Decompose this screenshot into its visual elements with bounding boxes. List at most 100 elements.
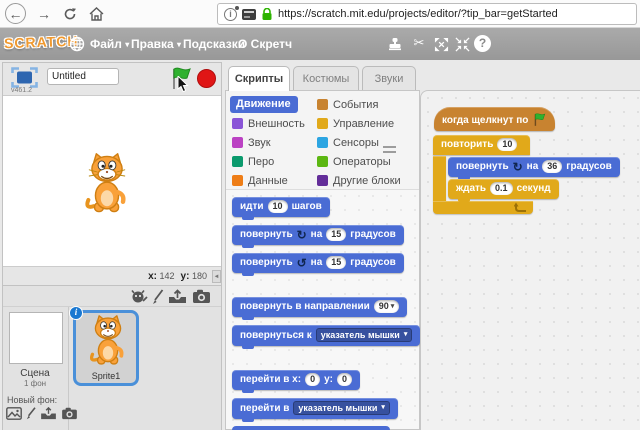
lock-icon bbox=[261, 8, 273, 21]
category-motion[interactable]: Движение bbox=[230, 96, 298, 113]
stop-icon[interactable] bbox=[197, 69, 216, 88]
stage-canvas[interactable] bbox=[3, 95, 221, 267]
repeat-block-bottom[interactable] bbox=[433, 201, 533, 214]
block-turn-cw-36[interactable]: повернуть↻на36градусов bbox=[448, 157, 620, 177]
mouse-cursor-icon bbox=[177, 76, 190, 93]
grow-sprite-icon[interactable] bbox=[432, 35, 450, 53]
fullscreen-icon[interactable] bbox=[11, 67, 38, 88]
coord-x-label: x: bbox=[148, 271, 157, 282]
category-operators[interactable]: Операторы bbox=[317, 154, 391, 169]
block-point-in-direction[interactable]: повернуть в направлении90▾ bbox=[232, 297, 407, 317]
wait-seconds-input[interactable]: 0.1 bbox=[490, 182, 513, 195]
palette-resize-grip[interactable] bbox=[383, 146, 396, 153]
scripts-area[interactable]: когда щелкнут по повторить10 повернуть↻н… bbox=[420, 90, 640, 430]
block-palette: Движение Внешность Звук Перо Данные Собы… bbox=[225, 90, 420, 430]
repeat-block-arm[interactable] bbox=[433, 156, 446, 201]
category-more-blocks[interactable]: Другие блоки bbox=[317, 173, 401, 188]
block-point-towards[interactable]: повернуться куказатель мышки▾ bbox=[232, 325, 420, 346]
x-input[interactable]: 0 bbox=[305, 373, 320, 386]
direction-input[interactable]: 90▾ bbox=[374, 300, 400, 313]
menu-file[interactable]: Файл ▾ bbox=[90, 37, 129, 51]
stage-cat-sprite[interactable] bbox=[83, 152, 131, 216]
sprite-thumbnail-sprite1[interactable]: i bbox=[73, 310, 139, 386]
forward-icon[interactable]: → bbox=[34, 4, 54, 24]
category-data[interactable]: Данные bbox=[232, 173, 288, 188]
block-goto[interactable]: перейти вуказатель мышки▾ bbox=[232, 398, 398, 419]
upload-backdrop-icon[interactable] bbox=[40, 407, 57, 420]
block-move-steps[interactable]: идти10шагов bbox=[232, 197, 330, 217]
extension-icon[interactable] bbox=[242, 9, 256, 20]
block-turn-ccw[interactable]: повернуть↺на15градусов bbox=[232, 253, 404, 273]
operators-swatch bbox=[317, 156, 328, 167]
coord-x-value: 142 bbox=[160, 271, 175, 281]
backdrop-library-icon[interactable] bbox=[6, 407, 22, 420]
tab-costumes[interactable]: Костюмы bbox=[293, 66, 359, 91]
degrees-input[interactable]: 36 bbox=[542, 160, 562, 173]
category-selector: Движение Внешность Звук Перо Данные Собы… bbox=[226, 91, 419, 190]
category-events[interactable]: События bbox=[317, 97, 378, 112]
chevron-down-icon: ▾ bbox=[391, 300, 395, 313]
help-icon[interactable]: ? bbox=[474, 35, 491, 52]
home-icon[interactable] bbox=[86, 4, 106, 24]
tab-sounds[interactable]: Звуки bbox=[362, 66, 416, 91]
block-goto-xy[interactable]: перейти в x:0y:0 bbox=[232, 370, 360, 390]
steps-input[interactable]: 10 bbox=[268, 200, 288, 213]
category-pen[interactable]: Перо bbox=[232, 154, 274, 169]
turn-ccw-icon: ↺ bbox=[297, 258, 307, 268]
repeat-count-input[interactable]: 10 bbox=[497, 138, 517, 151]
chevron-down-icon: ▾ bbox=[381, 402, 385, 414]
duplicate-stamp-icon[interactable] bbox=[386, 35, 404, 53]
category-looks[interactable]: Внешность bbox=[232, 116, 305, 131]
sprites-panel-header bbox=[3, 286, 221, 307]
block-wait-seconds[interactable]: ждать0.1секунд bbox=[448, 179, 559, 199]
tab-scripts[interactable]: Скрипты bbox=[228, 66, 290, 91]
site-info-icon[interactable]: i bbox=[224, 8, 237, 21]
address-bar[interactable]: i https://scratch.mit.edu/projects/edito… bbox=[217, 3, 637, 25]
backdrop-count-label: 1 фон bbox=[3, 379, 67, 388]
project-name-input[interactable] bbox=[47, 68, 119, 85]
camera-icon[interactable] bbox=[192, 289, 210, 305]
looks-swatch bbox=[232, 118, 243, 129]
category-sensing[interactable]: Сенсоры bbox=[317, 135, 379, 150]
new-backdrop-label: Новый фон: bbox=[7, 395, 57, 405]
menu-edit[interactable]: Правка ▾ bbox=[131, 37, 181, 51]
scratch-menu-bar: SCRATCH Файл ▾ Правка ▾ Подсказки О Скре… bbox=[0, 28, 640, 60]
delete-scissors-icon[interactable]: ✂ bbox=[410, 35, 428, 53]
collapse-stage-icon[interactable]: ◄ bbox=[212, 270, 221, 283]
block-turn-cw[interactable]: повернуть↻на15градусов bbox=[232, 225, 404, 245]
loop-arrow-icon bbox=[514, 202, 528, 213]
point-towards-dropdown[interactable]: указатель мышки▾ bbox=[316, 328, 413, 342]
goto-dropdown[interactable]: указатель мышки▾ bbox=[293, 401, 390, 415]
stage-thumbnail[interactable] bbox=[9, 312, 63, 364]
stage-panel: v461.2 bbox=[2, 62, 222, 430]
category-sound[interactable]: Звук bbox=[232, 135, 271, 150]
back-icon[interactable]: ← bbox=[5, 3, 26, 24]
degrees-input[interactable]: 15 bbox=[326, 228, 346, 241]
url-text[interactable]: https://scratch.mit.edu/projects/editor/… bbox=[278, 8, 558, 20]
browser-toolbar: ← → i https://scratch.mit.edu/projects/e… bbox=[0, 0, 640, 28]
pen-swatch bbox=[232, 156, 243, 167]
stage-label: Сцена bbox=[3, 368, 67, 379]
language-globe-icon[interactable] bbox=[68, 35, 86, 53]
coord-y-value: 180 bbox=[192, 271, 207, 281]
upload-sprite-icon[interactable] bbox=[168, 289, 186, 305]
version-label: v461.2 bbox=[11, 87, 32, 94]
paint-new-sprite-icon[interactable] bbox=[131, 289, 149, 305]
block-partial-clipped[interactable] bbox=[232, 426, 390, 430]
shrink-sprite-icon[interactable] bbox=[453, 35, 471, 53]
menu-about[interactable]: О Скретч bbox=[238, 37, 292, 51]
category-control[interactable]: Управление bbox=[317, 116, 394, 131]
paint-backdrop-brush-icon[interactable] bbox=[26, 407, 36, 420]
block-repeat[interactable]: повторить10 bbox=[433, 135, 530, 155]
camera-backdrop-icon[interactable] bbox=[61, 407, 78, 420]
sound-swatch bbox=[232, 137, 243, 148]
degrees-input[interactable]: 15 bbox=[326, 256, 346, 269]
sprite-info-icon[interactable]: i bbox=[69, 306, 83, 320]
menu-tips[interactable]: Подсказки bbox=[183, 37, 245, 51]
more-blocks-swatch bbox=[317, 175, 328, 186]
reload-icon[interactable] bbox=[60, 4, 80, 24]
y-input[interactable]: 0 bbox=[337, 373, 352, 386]
sprite-name-label: Sprite1 bbox=[76, 371, 136, 381]
stage-selector-column: Сцена 1 фон Новый фон: bbox=[3, 307, 69, 430]
hat-when-flag-clicked[interactable]: когда щелкнут по bbox=[434, 107, 555, 131]
